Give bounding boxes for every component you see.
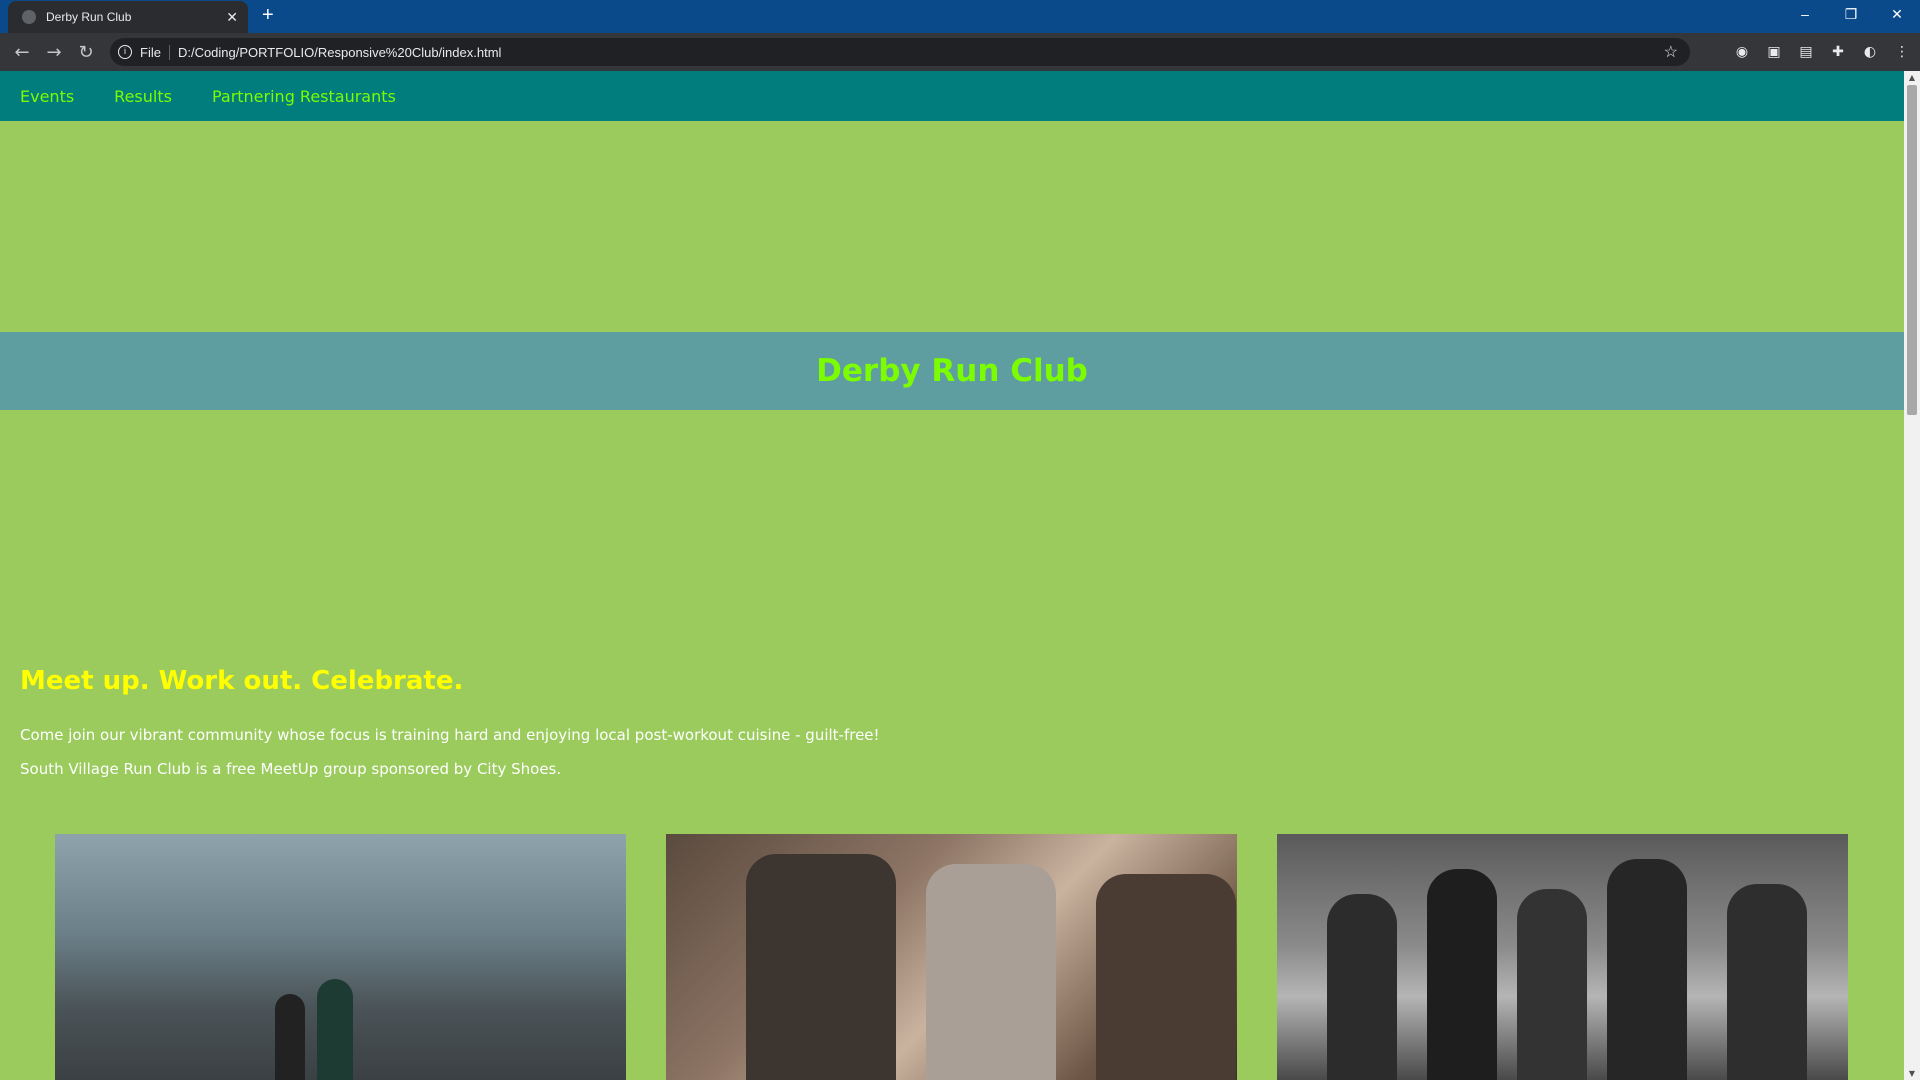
intro-section: Meet up. Work out. Celebrate. Come join … bbox=[20, 666, 880, 794]
runner-figure bbox=[317, 979, 353, 1080]
nav-link-results[interactable]: Results bbox=[114, 87, 172, 106]
url-text[interactable]: D:/Coding/PORTFOLIO/Responsive%20Club/in… bbox=[178, 45, 501, 60]
tab-title: Derby Run Club bbox=[46, 10, 132, 24]
k-extension-icon[interactable]: ▤ bbox=[1796, 42, 1816, 62]
runner-figure bbox=[1607, 859, 1687, 1080]
runner-figure bbox=[275, 994, 305, 1080]
reload-icon[interactable]: ↻ bbox=[70, 42, 102, 63]
intro-paragraph: South Village Run Club is a free MeetUp … bbox=[20, 760, 562, 778]
restore-button[interactable]: ❐ bbox=[1828, 0, 1874, 33]
new-tab-button[interactable]: + bbox=[262, 4, 274, 27]
page-viewport: Events Results Partnering Restaurants De… bbox=[0, 71, 1904, 1080]
translate-extension-icon[interactable]: ▣ bbox=[1764, 42, 1784, 62]
page-scrollbar[interactable]: ▲ ▼ bbox=[1904, 71, 1920, 1080]
back-arrow-icon[interactable]: ← bbox=[6, 42, 38, 63]
nav-link-partnering-restaurants[interactable]: Partnering Restaurants bbox=[212, 87, 396, 106]
runner-figure bbox=[1327, 894, 1397, 1080]
close-window-button[interactable]: ✕ bbox=[1874, 0, 1920, 33]
scrollbar-thumb[interactable] bbox=[1907, 85, 1917, 415]
puzzle-extensions-icon[interactable]: ✚ bbox=[1828, 42, 1848, 62]
diner-figure bbox=[1096, 874, 1236, 1080]
info-icon[interactable]: i bbox=[118, 45, 132, 59]
runner-figure bbox=[1727, 884, 1807, 1080]
profile-avatar-icon[interactable]: ◐ bbox=[1860, 42, 1880, 62]
site-title: Derby Run Club bbox=[816, 353, 1088, 389]
bookmark-star-icon[interactable]: ☆ bbox=[1664, 42, 1678, 62]
marathon-runners-photo bbox=[1277, 834, 1848, 1080]
kebab-menu-icon[interactable]: ⋮ bbox=[1892, 42, 1912, 62]
window-controls: – ❐ ✕ bbox=[1782, 0, 1920, 33]
nav-link-events[interactable]: Events bbox=[20, 87, 74, 106]
browser-tab[interactable]: Derby Run Club ✕ bbox=[8, 1, 248, 33]
runner-figure bbox=[1427, 869, 1497, 1080]
tagline: Meet up. Work out. Celebrate. bbox=[20, 666, 464, 696]
browser-toolbar: ← → ↻ i File D:/Coding/PORTFOLIO/Respons… bbox=[0, 33, 1920, 71]
restaurant-dining-photo bbox=[666, 834, 1237, 1080]
runners-bridge-photo bbox=[55, 834, 626, 1080]
browser-tab-strip: Derby Run Club ✕ + – ❐ ✕ bbox=[0, 0, 1920, 33]
address-bar[interactable]: i File D:/Coding/PORTFOLIO/Responsive%20… bbox=[110, 38, 1690, 66]
minimize-button[interactable]: – bbox=[1782, 0, 1828, 33]
scroll-down-icon[interactable]: ▼ bbox=[1904, 1069, 1920, 1078]
intro-paragraph: Come join our vibrant community whose fo… bbox=[20, 726, 880, 744]
diner-figure bbox=[926, 864, 1056, 1080]
tab-close-icon[interactable]: ✕ bbox=[226, 9, 238, 26]
extensions-area: ◉ ▣ ▤ ✚ ◐ ⋮ bbox=[1732, 42, 1912, 62]
runner-figure bbox=[1517, 889, 1587, 1080]
url-scheme: File bbox=[140, 44, 170, 60]
eye-extension-icon[interactable]: ◉ bbox=[1732, 42, 1752, 62]
forward-arrow-icon[interactable]: → bbox=[38, 42, 70, 63]
photo-gallery bbox=[55, 834, 1848, 1080]
scroll-up-icon[interactable]: ▲ bbox=[1904, 73, 1920, 82]
hero-banner: Derby Run Club bbox=[0, 332, 1904, 410]
diner-figure bbox=[746, 854, 896, 1080]
globe-icon bbox=[22, 10, 36, 24]
site-nav: Events Results Partnering Restaurants bbox=[0, 71, 1904, 121]
